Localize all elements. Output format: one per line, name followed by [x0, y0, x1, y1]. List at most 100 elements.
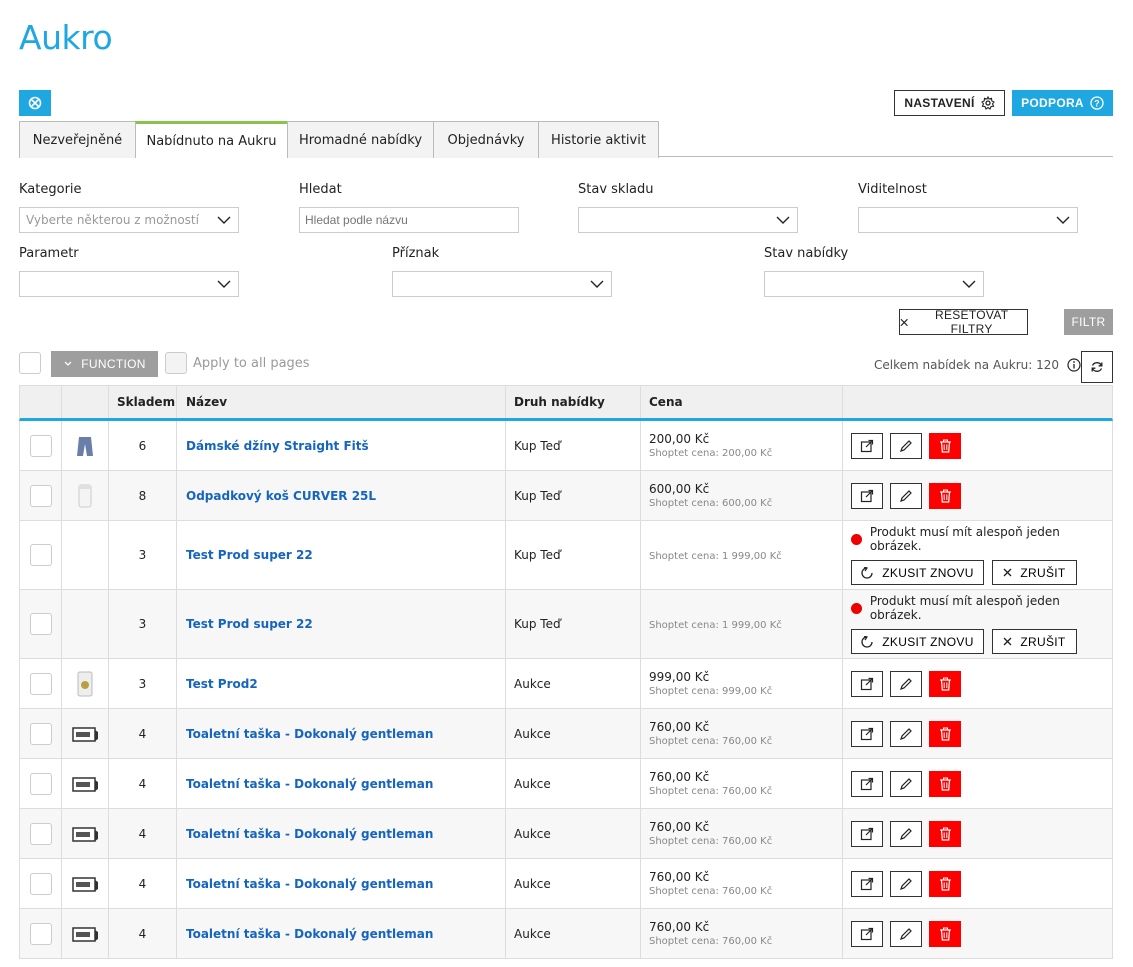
info-icon[interactable] [1067, 358, 1081, 372]
open-offer-button[interactable] [851, 870, 883, 897]
delete-button[interactable] [929, 720, 961, 747]
chevron-down-icon [64, 361, 72, 366]
edit-button[interactable] [890, 720, 922, 747]
product-image[interactable] [62, 521, 109, 589]
cancel-button[interactable]: ZRUŠIT [992, 629, 1077, 654]
flag-select[interactable] [392, 271, 612, 297]
stock-count: 6 [109, 421, 177, 470]
delete-button[interactable] [929, 482, 961, 509]
product-image[interactable] [62, 759, 109, 808]
row-checkbox[interactable] [29, 922, 52, 945]
delete-button[interactable] [929, 670, 961, 697]
header-price[interactable]: Cena [641, 386, 843, 418]
product-image[interactable] [62, 421, 109, 470]
price-cell: 600,00 Kč Shoptet cena: 600,00 Kč [641, 471, 843, 520]
stock-state-select[interactable] [578, 207, 798, 233]
row-checkbox[interactable] [29, 434, 52, 457]
retry-button[interactable]: ZKUSIT ZNOVU [851, 560, 984, 585]
delete-button[interactable] [929, 920, 961, 947]
delete-button[interactable] [929, 870, 961, 897]
edit-button[interactable] [890, 870, 922, 897]
offer-type: Aukce [506, 659, 641, 708]
product-image[interactable] [62, 859, 109, 908]
row-select-cell [20, 659, 62, 708]
cancel-button[interactable]: ZRUŠIT [992, 560, 1077, 585]
row-checkbox[interactable] [29, 722, 52, 745]
row-checkbox[interactable] [29, 872, 52, 895]
disable-button[interactable] [19, 90, 51, 116]
apply-all-pages-checkbox[interactable] [165, 352, 187, 374]
row-checkbox[interactable] [29, 484, 52, 507]
tab-orders[interactable]: Objednávky [433, 121, 539, 158]
product-image[interactable] [62, 809, 109, 858]
edit-button[interactable] [890, 820, 922, 847]
row-select-cell [20, 909, 62, 958]
external-link-icon [860, 727, 874, 740]
chevron-down-icon [1056, 216, 1070, 224]
product-image[interactable] [62, 709, 109, 758]
gear-icon [980, 96, 995, 110]
product-thumbnail-icon [72, 726, 98, 742]
error-message: Produkt musí mít alespoň jeden obrázek. [851, 525, 1112, 553]
product-name-link[interactable]: Test Prod super 22 [177, 521, 506, 589]
row-checkbox[interactable] [29, 672, 52, 695]
open-offer-button[interactable] [851, 770, 883, 797]
function-dropdown-button[interactable]: FUNCTION [51, 351, 158, 377]
product-name-link[interactable]: Toaletní taška - Dokonalý gentleman [177, 759, 506, 808]
open-offer-button[interactable] [851, 820, 883, 847]
product-image[interactable] [62, 909, 109, 958]
product-image[interactable] [62, 471, 109, 520]
header-offer-type[interactable]: Druh nabídky [506, 386, 641, 418]
edit-button[interactable] [890, 482, 922, 509]
reset-filters-button[interactable]: RESETOVAT FILTRY [899, 308, 1028, 336]
parameter-select[interactable] [19, 271, 239, 297]
open-offer-button[interactable] [851, 432, 883, 459]
delete-button[interactable] [929, 820, 961, 847]
product-name-link[interactable]: Toaletní taška - Dokonalý gentleman [177, 809, 506, 858]
row-checkbox[interactable] [29, 544, 52, 566]
delete-button[interactable] [929, 432, 961, 459]
edit-button[interactable] [890, 920, 922, 947]
settings-button[interactable]: NASTAVENÍ [894, 90, 1005, 116]
tab-bulk-offers[interactable]: Hromadné nabídky [287, 121, 434, 158]
tab-offered[interactable]: Nabídnuto na Aukru [135, 121, 288, 158]
select-all-checkbox[interactable] [19, 352, 41, 374]
visibility-select[interactable] [858, 207, 1078, 233]
filter-button[interactable]: FILTR [1064, 309, 1113, 335]
search-input[interactable] [299, 207, 519, 233]
product-name-link[interactable]: Test Prod2 [177, 659, 506, 708]
row-checkbox[interactable] [29, 772, 52, 795]
support-button[interactable]: PODPORA ? [1012, 90, 1113, 116]
header-stock[interactable]: Skladem [109, 386, 177, 418]
product-image[interactable] [62, 590, 109, 658]
edit-button[interactable] [890, 670, 922, 697]
tab-unpublished[interactable]: Nezveřejněné [19, 121, 136, 158]
product-image[interactable] [62, 659, 109, 708]
header-name[interactable]: Název [177, 386, 506, 418]
delete-button[interactable] [929, 770, 961, 797]
edit-button[interactable] [890, 770, 922, 797]
open-offer-button[interactable] [851, 720, 883, 747]
actions-cell [843, 809, 1112, 858]
edit-button[interactable] [890, 432, 922, 459]
product-name-link[interactable]: Toaletní taška - Dokonalý gentleman [177, 859, 506, 908]
tab-label: Historie aktivit [551, 132, 646, 148]
row-checkbox[interactable] [29, 613, 52, 635]
cancel-label: ZRUŠIT [1020, 565, 1066, 580]
product-name-link[interactable]: Toaletní taška - Dokonalý gentleman [177, 909, 506, 958]
product-name-link[interactable]: Test Prod super 22 [177, 590, 506, 658]
row-checkbox[interactable] [29, 822, 52, 845]
table-row: 4 Toaletní taška - Dokonalý gentleman Au… [19, 809, 1113, 859]
open-offer-button[interactable] [851, 482, 883, 509]
refresh-button[interactable] [1081, 351, 1113, 383]
retry-button[interactable]: ZKUSIT ZNOVU [851, 629, 984, 654]
product-name-link[interactable]: Dámské džíny Straight Fitš [177, 421, 506, 470]
product-name-link[interactable]: Odpadkový koš CURVER 25L [177, 471, 506, 520]
category-select[interactable]: Vyberte některou z možností [19, 207, 239, 233]
tab-activity-history[interactable]: Historie aktivit [538, 121, 659, 158]
open-offer-button[interactable] [851, 920, 883, 947]
brand-logo[interactable]: Aukro [19, 18, 113, 57]
offer-state-select[interactable] [764, 271, 984, 297]
open-offer-button[interactable] [851, 670, 883, 697]
product-name-link[interactable]: Toaletní taška - Dokonalý gentleman [177, 709, 506, 758]
